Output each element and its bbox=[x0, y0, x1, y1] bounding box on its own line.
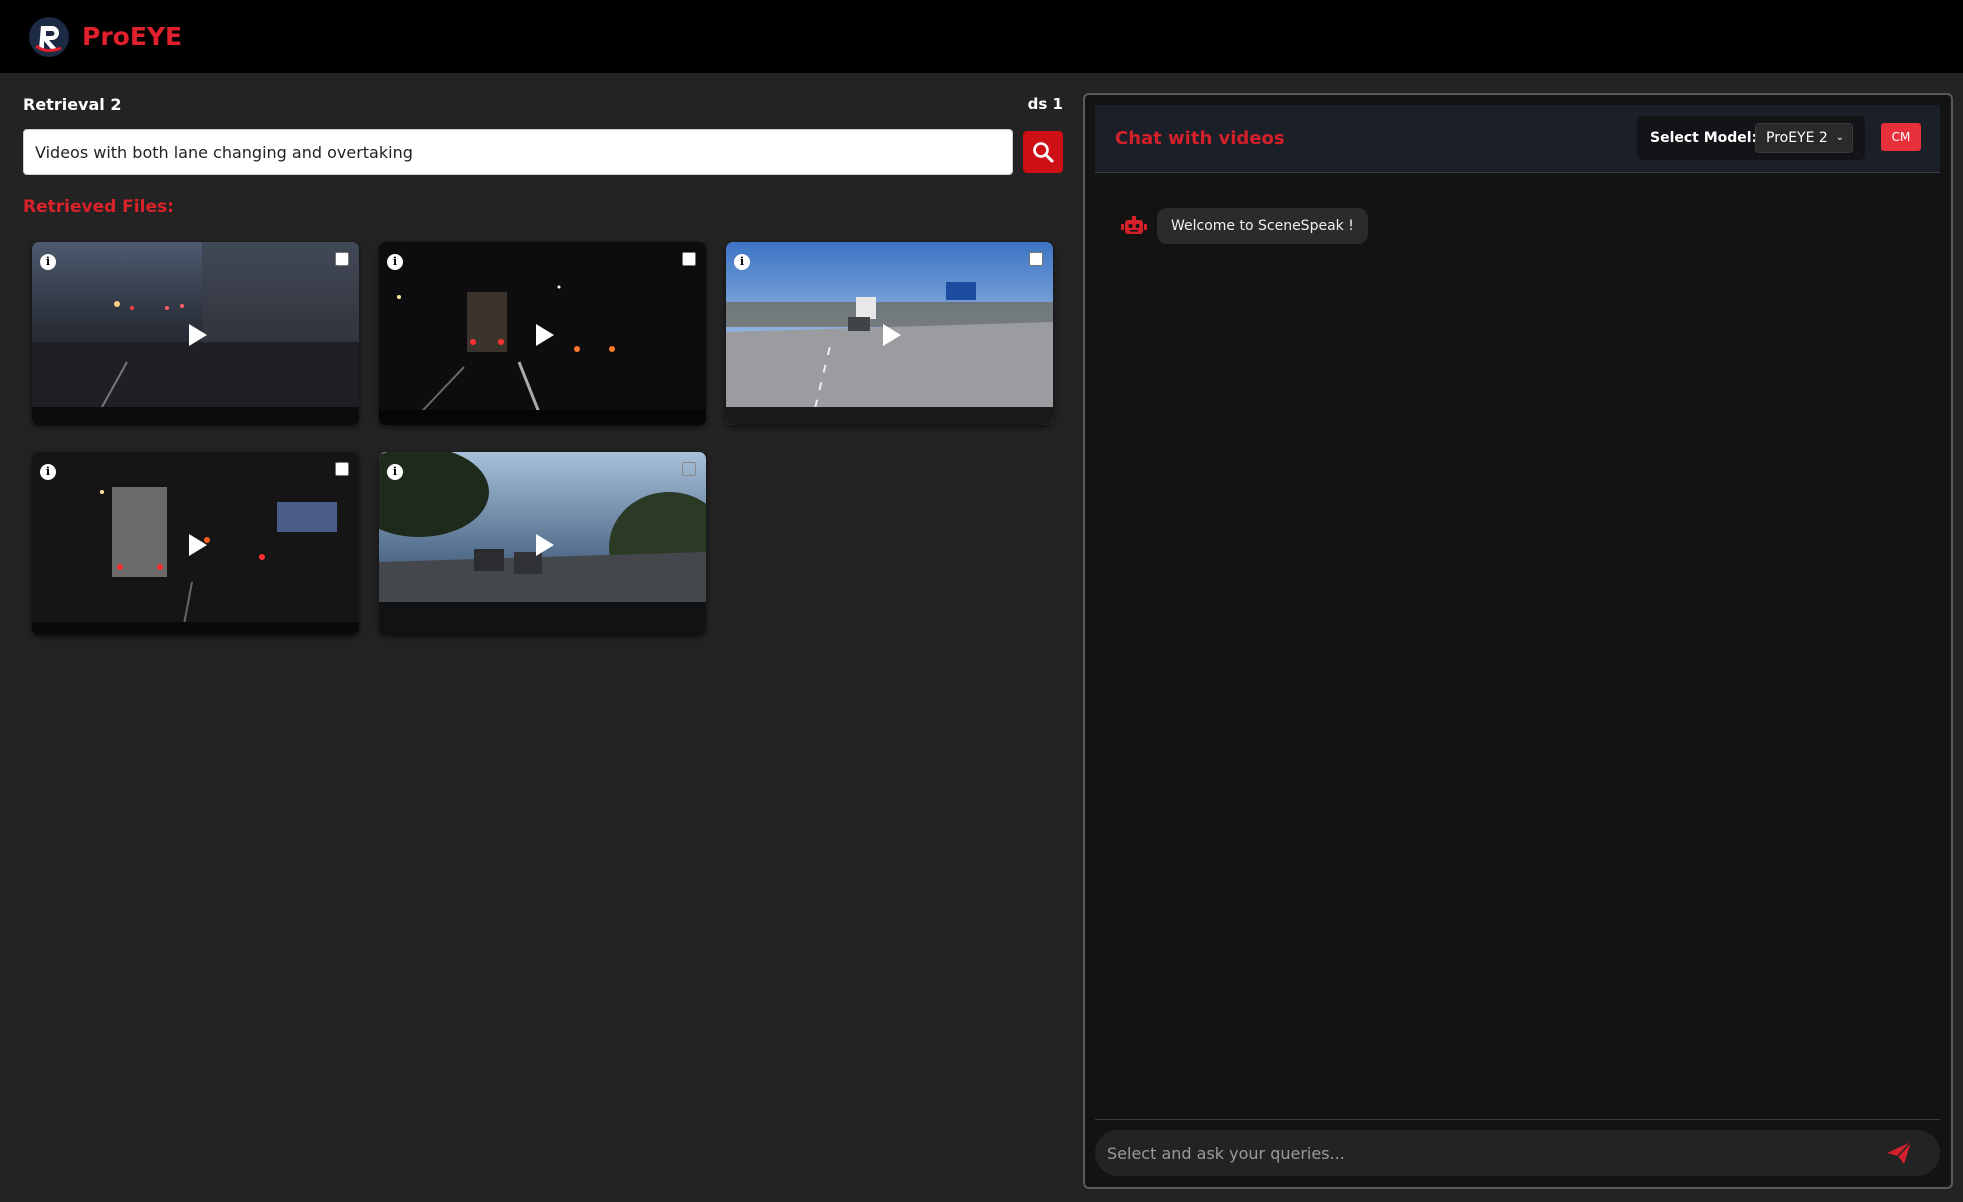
search-button[interactable] bbox=[1023, 131, 1063, 173]
search-icon bbox=[1033, 142, 1054, 163]
video-thumbnail[interactable]: i bbox=[379, 242, 706, 425]
play-icon[interactable] bbox=[535, 323, 554, 346]
dataset-label: ds 1 bbox=[1027, 95, 1063, 113]
chat-panel: Chat with videos Select Model: ProEYE 2 … bbox=[1083, 93, 1953, 1189]
play-icon[interactable] bbox=[188, 323, 207, 346]
video-select-checkbox[interactable] bbox=[682, 252, 696, 266]
brand-name: ProEYE bbox=[82, 22, 183, 51]
model-value: ProEYE 2 bbox=[1766, 130, 1828, 146]
play-icon[interactable] bbox=[882, 323, 901, 346]
search-input[interactable] bbox=[23, 129, 1013, 175]
info-icon[interactable]: i bbox=[734, 254, 750, 270]
model-dropdown[interactable]: ProEYE 2 ⌄ bbox=[1755, 123, 1853, 153]
chat-bubble: Welcome to SceneSpeak ! bbox=[1157, 208, 1368, 244]
info-icon[interactable]: i bbox=[387, 464, 403, 480]
video-thumbnail[interactable]: i bbox=[32, 452, 359, 635]
video-thumbnail[interactable]: i bbox=[32, 242, 359, 425]
info-icon[interactable]: i bbox=[387, 254, 403, 270]
play-icon[interactable] bbox=[188, 533, 207, 556]
video-thumbnail[interactable]: i bbox=[379, 452, 706, 635]
play-icon[interactable] bbox=[535, 533, 554, 556]
chat-input[interactable] bbox=[1095, 1130, 1940, 1176]
retrieved-files-label: Retrieved Files: bbox=[23, 197, 174, 217]
divider bbox=[1095, 1119, 1940, 1120]
chevron-down-icon: ⌄ bbox=[1835, 132, 1844, 143]
video-select-checkbox[interactable] bbox=[335, 252, 349, 266]
video-select-checkbox[interactable] bbox=[682, 462, 696, 476]
chat-message: Welcome to SceneSpeak ! bbox=[1121, 208, 1368, 244]
chat-header: Chat with videos Select Model: ProEYE 2 … bbox=[1095, 105, 1940, 173]
cm-button[interactable]: CM bbox=[1881, 123, 1921, 151]
robot-icon bbox=[1121, 216, 1147, 234]
proeye-logo-icon[interactable] bbox=[28, 16, 70, 58]
model-selector: Select Model: ProEYE 2 ⌄ bbox=[1637, 116, 1865, 160]
info-icon[interactable]: i bbox=[40, 254, 56, 270]
retrieval-panel: Retrieval 2 ds 1 Retrieved Files: i bbox=[23, 73, 1063, 1202]
info-icon[interactable]: i bbox=[40, 464, 56, 480]
chat-title: Chat with videos bbox=[1115, 128, 1285, 149]
top-bar: ProEYE bbox=[0, 0, 1963, 73]
video-thumbnail[interactable]: i bbox=[726, 242, 1053, 425]
model-label: Select Model: bbox=[1650, 130, 1758, 146]
send-icon[interactable] bbox=[1885, 1140, 1913, 1166]
retrieval-title: Retrieval 2 bbox=[23, 95, 122, 114]
video-select-checkbox[interactable] bbox=[1029, 252, 1043, 266]
video-select-checkbox[interactable] bbox=[335, 462, 349, 476]
